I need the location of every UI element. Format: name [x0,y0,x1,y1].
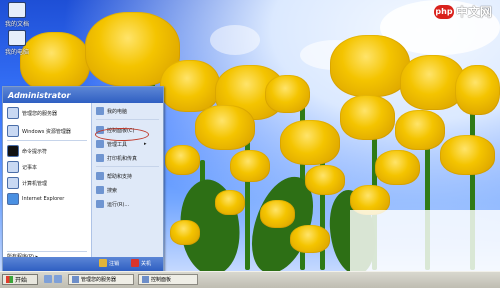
php-badge: php [433,4,454,19]
shutdown-button[interactable]: 关机 [131,259,151,267]
menu-item-admin-tools[interactable]: 管理工具 ▸ [96,140,147,148]
power-icon [131,259,139,267]
tulip [330,35,410,97]
tulip [165,145,200,175]
taskbar-button-label: 管理您的服务器 [81,277,117,283]
logoff-icon [99,259,107,267]
menu-item-label: Windows 资源管理器 [22,128,71,135]
server-icon [72,276,79,283]
tulip [280,120,340,165]
admin-tools-icon [96,140,104,148]
tulip [230,150,270,182]
highlight-circle [95,128,149,141]
tulip [305,165,345,195]
start-menu-footer: 注销 关机 [3,257,163,271]
tulip [170,220,200,245]
run-icon [96,200,104,208]
windows-logo-icon [6,276,13,283]
tulip [440,135,495,175]
menu-item-manage-server[interactable]: 管理您的服务器 [7,107,57,119]
folder-icon [8,2,26,18]
logoff-label: 注销 [109,260,120,267]
command-prompt-icon [7,145,19,157]
desktop-icon-my-computer[interactable]: 我的电脑 [2,30,32,56]
start-button-label: 开始 [15,277,28,284]
menu-item-run[interactable]: 运行(R)... [96,200,129,208]
menu-separator [7,140,87,141]
desktop-icon-label: 我的文档 [4,21,29,28]
notepad-icon [7,161,19,173]
taskbar-button-label: 控制面板 [151,277,172,283]
tulip [195,105,255,150]
menu-item-label: 打印机和传真 [107,155,138,162]
menu-item-computer-management[interactable]: 计算机管理 [7,177,47,189]
php-watermark: php 中文网 [433,3,492,20]
help-icon [96,172,104,180]
desktop-icon-my-documents[interactable]: 我的文档 [2,2,32,28]
start-button[interactable]: 开始 [2,274,38,285]
start-menu: Administrator 管理您的服务器 Windows 资源管理器 命令提示… [2,86,164,272]
menu-item-label: 计算机管理 [22,180,48,187]
printer-icon [96,154,104,162]
menu-item-label: 记事本 [22,164,38,171]
internet-explorer-icon [7,193,19,205]
menu-item-windows-explorer[interactable]: Windows 资源管理器 [7,125,71,137]
menu-item-label: 帮助和支持 [107,173,133,180]
quick-launch-icon[interactable] [54,275,62,283]
control-panel-icon [142,276,149,283]
menu-item-notepad[interactable]: 记事本 [7,161,37,173]
taskbar-button-manage-server[interactable]: 管理您的服务器 [68,274,134,285]
tulip [160,60,220,112]
menu-item-label: Internet Explorer [22,196,65,202]
menu-item-help-support[interactable]: 帮助和支持 [96,172,132,180]
tulip [265,75,310,113]
tulip [260,200,295,228]
tulip [455,65,500,115]
menu-item-label: 搜索 [107,187,118,194]
menu-item-label: 管理您的服务器 [22,110,58,117]
menu-item-label: 我的电脑 [107,108,128,115]
desktop-icon-label: 我的电脑 [4,49,29,56]
tulip [290,225,330,253]
menu-item-my-computer[interactable]: 我的电脑 [96,107,127,115]
computer-management-icon [7,177,19,189]
menu-item-search[interactable]: 搜索 [96,186,117,194]
menu-item-command-prompt[interactable]: 命令提示符 [7,145,47,157]
cloud [210,25,260,55]
computer-icon [8,30,26,46]
menu-item-internet-explorer[interactable]: Internet Explorer [7,193,64,205]
menu-separator [7,251,87,252]
quick-launch-icon[interactable] [44,275,52,283]
shutdown-label: 关机 [141,260,152,267]
menu-item-printers-faxes[interactable]: 打印机和传真 [96,154,137,162]
search-icon [96,186,104,194]
taskbar: 开始 管理您的服务器 控制面板 [0,271,500,288]
explorer-icon [7,125,19,137]
menu-item-label: 运行(R)... [107,201,130,208]
start-menu-programs-pane: 管理您的服务器 Windows 资源管理器 命令提示符 记事本 计算机管理 In… [3,103,91,260]
tulip [395,110,445,150]
tulip [215,190,245,215]
menu-separator [96,166,159,167]
start-menu-places-pane: 我的电脑 控制面板(C) 管理工具 ▸ 打印机和传真 帮助和支持 搜索 运行(R… [91,103,163,257]
start-menu-user-name: Administrator [3,87,163,103]
chevron-right-icon: ▸ [144,141,147,147]
computer-icon [96,107,104,115]
menu-item-label: 命令提示符 [22,148,48,155]
menu-separator [96,119,159,120]
tulip [340,95,395,140]
logoff-button[interactable]: 注销 [99,259,119,267]
tulip [375,150,420,185]
php-watermark-text: 中文网 [455,5,492,19]
taskbar-button-control-panel[interactable]: 控制面板 [138,274,198,285]
server-icon [7,107,19,119]
menu-item-label: 管理工具 [107,141,128,148]
